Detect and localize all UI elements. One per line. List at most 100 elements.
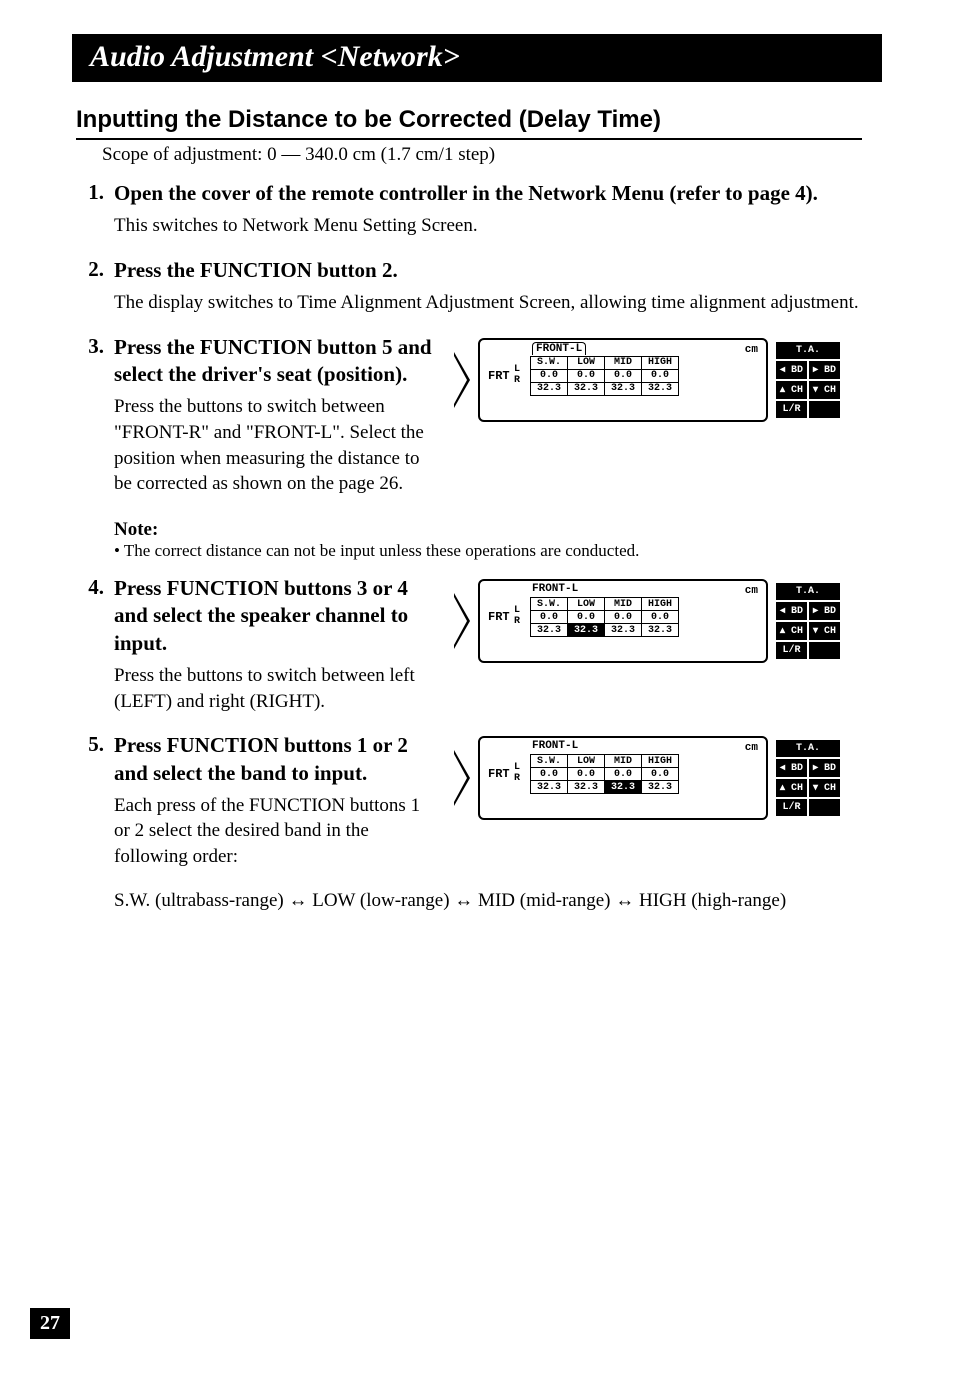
note-block: Note: • The correct distance can not be … — [114, 519, 862, 561]
step-desc: Each press of the FUNCTION buttons 1 or … — [114, 793, 434, 870]
step-number: 5. — [76, 732, 114, 870]
front-label: FRONT-L — [532, 583, 578, 595]
cell: 32.3 — [605, 624, 642, 637]
ta-label: T.A. — [776, 342, 840, 359]
step-1: 1. Open the cover of the remote controll… — [76, 180, 862, 239]
display-illustration-4: FRONT-L cm FRT LR S.W. LOW MID HIGH — [454, 579, 862, 663]
lr-button: L/R — [776, 401, 807, 418]
col-sw: S.W. — [531, 598, 568, 611]
cell: 0.0 — [642, 611, 679, 624]
col-mid: MID — [605, 755, 642, 768]
step-desc: Press the buttons to switch between left… — [114, 663, 434, 714]
step-desc: The display switches to Time Alignment A… — [114, 290, 862, 316]
col-low: LOW — [568, 598, 605, 611]
lr-button: L/R — [776, 642, 807, 659]
frt-lr: LR — [514, 364, 520, 386]
step-title: Press FUNCTION buttons 3 or 4 and select… — [114, 575, 434, 657]
bd-right-button: ▸ BD — [809, 759, 840, 777]
cm-label: cm — [745, 585, 758, 597]
bd-right-button: ▸ BD — [809, 602, 840, 620]
cell: 32.3 — [531, 624, 568, 637]
col-sw: S.W. — [531, 755, 568, 768]
note-label: Note: — [114, 519, 862, 541]
col-low: LOW — [568, 356, 605, 369]
value-table: S.W. LOW MID HIGH 0.0 0.0 0.0 0.0 — [530, 356, 679, 396]
col-high: HIGH — [642, 755, 679, 768]
page-number: 27 — [30, 1308, 70, 1339]
step-title: Press the FUNCTION button 5 and select t… — [114, 334, 434, 389]
step-3: 3. Press the FUNCTION button 5 and selec… — [76, 334, 862, 497]
front-label: FRONT-L — [532, 342, 586, 355]
cell: 0.0 — [605, 768, 642, 781]
display-illustration-3: FRONT-L cm FRT LR S.W. LOW MID HIGH — [454, 338, 862, 422]
cell: 32.3 — [531, 382, 568, 395]
cm-label: cm — [745, 742, 758, 754]
content-area: Inputting the Distance to be Corrected (… — [0, 82, 954, 914]
cell: 0.0 — [568, 369, 605, 382]
display-illustration-5: FRONT-L cm FRT LR S.W. LOW MID HIGH — [454, 736, 862, 820]
screen-box: FRONT-L cm FRT LR S.W. LOW MID HIGH — [478, 338, 768, 422]
pointer-icon — [454, 750, 470, 806]
cell: 0.0 — [568, 611, 605, 624]
cell: 0.0 — [642, 369, 679, 382]
ch-up-button: ▴ CH — [776, 381, 807, 399]
blank-button — [809, 642, 840, 659]
ta-label: T.A. — [776, 740, 840, 757]
pointer-icon — [454, 352, 470, 408]
step-number: 4. — [76, 575, 114, 714]
frt-lr: LR — [514, 762, 520, 784]
bd-left-button: ◂ BD — [776, 602, 807, 620]
value-table: S.W. LOW MID HIGH 0.0 0.0 0.0 0.0 — [530, 597, 679, 637]
cell: 32.3 — [568, 781, 605, 794]
frt-label: FRT — [488, 370, 510, 382]
step-number: 1. — [76, 180, 114, 239]
step-number: 2. — [76, 257, 114, 316]
pointer-icon — [454, 593, 470, 649]
col-high: HIGH — [642, 598, 679, 611]
cell: 0.0 — [642, 768, 679, 781]
side-buttons: T.A. ◂ BD ▸ BD ▴ CH ▾ CH L/R — [776, 342, 840, 418]
ch-down-button: ▾ CH — [809, 779, 840, 797]
band-flow-text: S.W. (ultrabass-range) ↔ LOW (low-range)… — [114, 888, 862, 915]
scope-line: Scope of adjustment: 0 — 340.0 cm (1.7 c… — [102, 144, 862, 166]
cell: 0.0 — [531, 369, 568, 382]
cell: 32.3 — [642, 624, 679, 637]
ch-up-button: ▴ CH — [776, 622, 807, 640]
frt-label: FRT — [488, 611, 510, 623]
cell: 32.3 — [605, 382, 642, 395]
cell: 0.0 — [531, 611, 568, 624]
lr-button: L/R — [776, 799, 807, 816]
step-4: 4. Press FUNCTION buttons 3 or 4 and sel… — [76, 575, 862, 714]
frt-lr: LR — [514, 605, 520, 627]
step-title: Open the cover of the remote controller … — [114, 180, 862, 207]
ta-label: T.A. — [776, 583, 840, 600]
step-5: 5. Press FUNCTION buttons 1 or 2 and sel… — [76, 732, 862, 870]
cell: 32.3 — [642, 382, 679, 395]
side-buttons: T.A. ◂ BD ▸ BD ▴ CH ▾ CH L/R — [776, 740, 840, 816]
col-mid: MID — [605, 356, 642, 369]
cell: 0.0 — [568, 768, 605, 781]
value-table: S.W. LOW MID HIGH 0.0 0.0 0.0 0.0 — [530, 754, 679, 794]
note-bullet: • The correct distance can not be input … — [114, 541, 862, 561]
step-desc: This switches to Network Menu Setting Sc… — [114, 213, 862, 239]
step-desc: Press the buttons to switch between "FRO… — [114, 394, 434, 497]
title-bar: Audio Adjustment <Network> — [72, 34, 882, 82]
screen-box: FRONT-L cm FRT LR S.W. LOW MID HIGH — [478, 736, 768, 820]
ch-up-button: ▴ CH — [776, 779, 807, 797]
col-mid: MID — [605, 598, 642, 611]
frt-label: FRT — [488, 768, 510, 780]
cell-highlight: 32.3 — [605, 781, 642, 794]
front-label: FRONT-L — [532, 740, 578, 752]
section-heading: Inputting the Distance to be Corrected (… — [76, 106, 862, 140]
cm-label: cm — [745, 344, 758, 356]
cell: 32.3 — [531, 781, 568, 794]
ch-down-button: ▾ CH — [809, 622, 840, 640]
step-title: Press FUNCTION buttons 1 or 2 and select… — [114, 732, 434, 787]
step-number: 3. — [76, 334, 114, 497]
col-low: LOW — [568, 755, 605, 768]
blank-button — [809, 401, 840, 418]
bd-left-button: ◂ BD — [776, 361, 807, 379]
col-sw: S.W. — [531, 356, 568, 369]
step-2: 2. Press the FUNCTION button 2. The disp… — [76, 257, 862, 316]
cell: 0.0 — [605, 369, 642, 382]
